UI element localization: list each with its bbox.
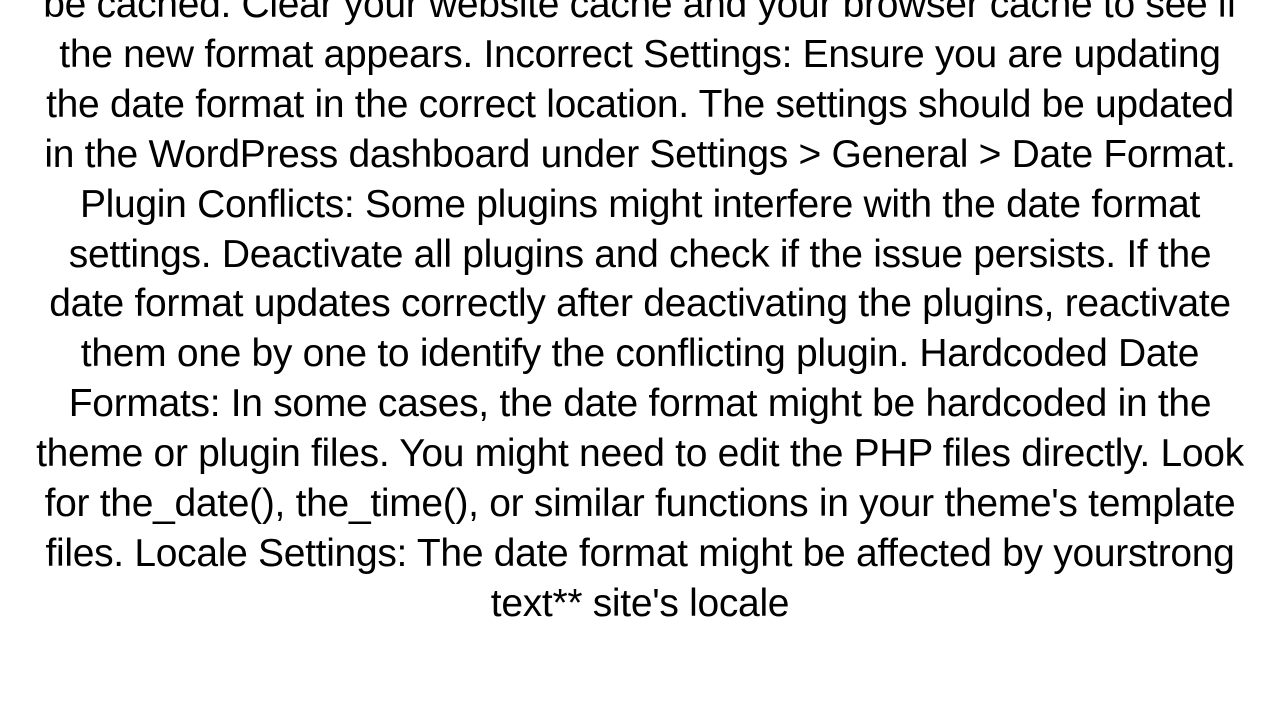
document-body: be cached. Clear your website cache and … (0, 0, 1280, 629)
body-text: be cached. Clear your website cache and … (36, 0, 1244, 625)
